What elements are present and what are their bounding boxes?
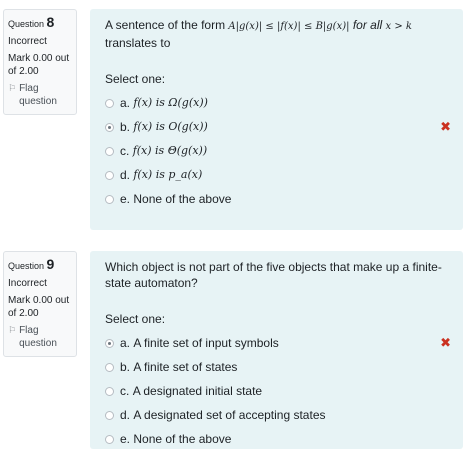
flag-icon: ⚐ bbox=[8, 83, 17, 93]
answer-option-e[interactable]: e. None of the above bbox=[105, 427, 451, 451]
select-one-label: Select one: bbox=[105, 312, 166, 326]
question-status: Incorrect bbox=[8, 36, 47, 47]
radio-icon[interactable] bbox=[105, 410, 114, 420]
radio-icon[interactable] bbox=[105, 98, 114, 108]
radio-icon[interactable] bbox=[105, 386, 114, 396]
incorrect-x-icon: ✖ bbox=[440, 335, 451, 350]
question-text: Which object is not part of the five obj… bbox=[105, 260, 442, 290]
radio-icon[interactable] bbox=[105, 170, 114, 180]
answer-option-d[interactable]: d. f(x) is p_a(x) bbox=[105, 163, 451, 187]
radio-icon[interactable] bbox=[105, 194, 114, 204]
radio-icon[interactable] bbox=[105, 146, 114, 156]
answer-option-c[interactable]: c. A designated initial state bbox=[105, 379, 451, 403]
flag-question-link[interactable]: ⚐ Flag question bbox=[8, 324, 72, 350]
radio-icon[interactable] bbox=[105, 434, 114, 444]
answer-option-b[interactable]: b. A finite set of states bbox=[105, 355, 451, 379]
incorrect-x-icon: ✖ bbox=[440, 119, 451, 134]
answer-option-d[interactable]: d. A designated set of accepting states bbox=[105, 403, 451, 427]
question-number: Question 8 bbox=[8, 14, 55, 30]
question-info: Question 9 Incorrect Mark 0.00 out of 2.… bbox=[3, 251, 77, 357]
question-status: Incorrect bbox=[8, 278, 47, 289]
answer-option-b[interactable]: b. f(x) is O(g(x)) ✖ bbox=[105, 115, 451, 139]
flag-label: Flag question bbox=[19, 83, 57, 107]
question-info: Question 8 Incorrect Mark 0.00 out of 2.… bbox=[3, 9, 77, 115]
answer-option-a[interactable]: a. A finite set of input symbols ✖ bbox=[105, 331, 451, 355]
question-text: A sentence of the form A|g(x)| ≤ |f(x)| … bbox=[105, 18, 412, 50]
question-mark: Mark 0.00 out of 2.00 bbox=[8, 53, 70, 77]
question-mark: Mark 0.00 out of 2.00 bbox=[8, 295, 70, 319]
question-content: Which object is not part of the five obj… bbox=[90, 251, 463, 449]
flag-icon: ⚐ bbox=[8, 325, 17, 335]
flag-label: Flag question bbox=[19, 325, 57, 349]
radio-icon[interactable] bbox=[105, 362, 114, 372]
answer-option-a[interactable]: a. f(x) is Ω(g(x)) bbox=[105, 91, 451, 115]
flag-question-link[interactable]: ⚐ Flag question bbox=[8, 82, 72, 108]
answer-option-e[interactable]: e. None of the above bbox=[105, 187, 451, 211]
radio-icon[interactable] bbox=[105, 338, 114, 348]
radio-icon[interactable] bbox=[105, 122, 114, 132]
question-number: Question 9 bbox=[8, 256, 55, 272]
question-content: A sentence of the form A|g(x)| ≤ |f(x)| … bbox=[90, 9, 463, 230]
answer-option-c[interactable]: c. f(x) is Θ(g(x)) bbox=[105, 139, 451, 163]
select-one-label: Select one: bbox=[105, 72, 166, 86]
